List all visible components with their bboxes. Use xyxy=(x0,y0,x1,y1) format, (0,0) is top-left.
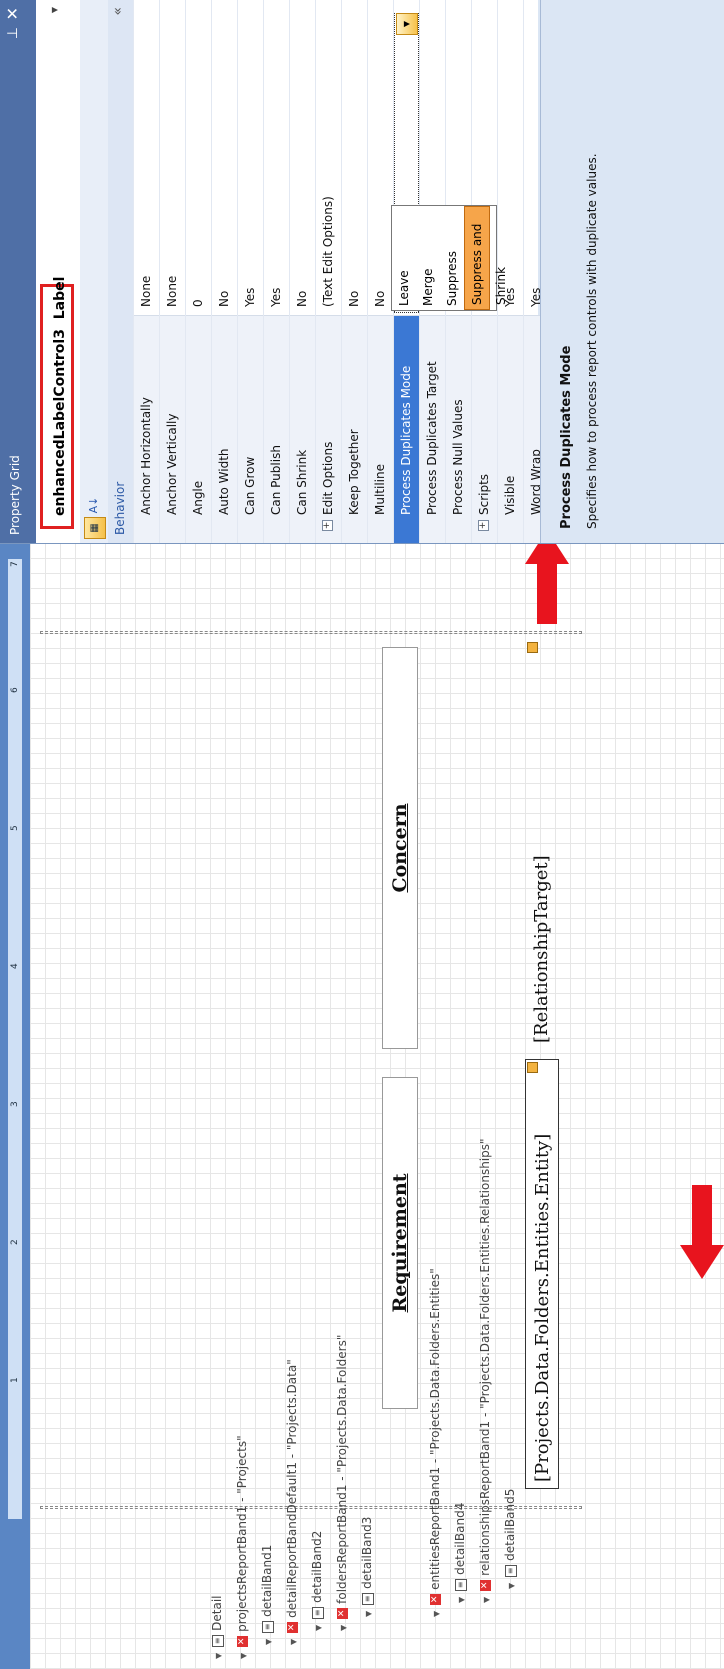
process-duplicates-dropdown: Leave Merge Suppress Suppress and Shrink xyxy=(391,205,508,311)
band-icon: ≡ xyxy=(504,1564,517,1577)
margin-guide xyxy=(40,631,582,634)
ruler-tick: 1 xyxy=(10,1377,20,1383)
band-icon: ≡ xyxy=(361,1592,374,1605)
dropdown-option[interactable]: Leave xyxy=(392,206,416,310)
horizontal-ruler: 1 2 3 4 5 6 7 xyxy=(0,544,30,1669)
description-pane: Process Duplicates Mode Specifies how to… xyxy=(540,0,724,543)
design-surface[interactable]: ▼≡Detail ▼✕projectsReportBand1 - "Projec… xyxy=(30,530,724,1669)
property-row[interactable]: Anchor Vertically None xyxy=(160,0,186,543)
categorized-view-icon[interactable]: ▦ xyxy=(84,517,106,539)
selected-object-name: enhancedLabelControl3 Label xyxy=(40,277,74,529)
description-title: Process Duplicates Mode xyxy=(559,345,574,529)
ruler-tick: 4 xyxy=(10,963,20,969)
report-band-icon: ✕ xyxy=(480,1579,491,1591)
smart-tag-icon[interactable] xyxy=(527,642,538,653)
expand-icon[interactable]: + xyxy=(322,520,333,531)
band-detail1[interactable]: ▼≡detailBand1 xyxy=(260,1545,274,1645)
band-detail[interactable]: ▼≡Detail xyxy=(210,1595,224,1659)
ruler-tick: 6 xyxy=(10,687,20,693)
margin-guide xyxy=(40,1506,582,1509)
report-band-icon: ✕ xyxy=(430,1593,441,1605)
property-row[interactable]: Can Shrink No xyxy=(290,0,316,543)
property-grid-panel: Property Grid ⊥ ✕ enhancedLabelControl3 … xyxy=(0,0,724,544)
ruler-tick: 3 xyxy=(10,1101,20,1107)
band-icon: ≡ xyxy=(261,1620,274,1633)
property-row-expandable[interactable]: Edit Options + (Text Edit Options) xyxy=(316,0,342,543)
property-row[interactable]: Can Grow Yes xyxy=(238,0,264,543)
screen: 1 2 3 4 5 6 7 ▼≡Detail ▼✕projectsReportB… xyxy=(0,0,724,1669)
property-row[interactable]: Can Publish Yes xyxy=(264,0,290,543)
category-label: Behavior xyxy=(108,0,133,543)
smart-tag-icon[interactable] xyxy=(527,1062,538,1073)
band-entities[interactable]: ▼✕entitiesReportBand1 - "Projects.Data.F… xyxy=(428,1268,442,1617)
property-row[interactable]: Auto Width No xyxy=(212,0,238,543)
ruler-track xyxy=(8,559,22,1519)
ruler-tick: 7 xyxy=(10,561,20,567)
dropdown-option[interactable]: Merge xyxy=(416,206,440,310)
close-icon[interactable]: ✕ xyxy=(3,7,22,20)
alphabetical-sort-icon[interactable]: A↓ xyxy=(84,495,104,515)
chevron-down-icon[interactable]: ▼ xyxy=(50,7,59,13)
property-grid-titlebar: Property Grid ⊥ ✕ xyxy=(0,0,36,543)
property-grid-title: Property Grid xyxy=(8,455,22,535)
band-projects[interactable]: ▼✕projectsReportBand1 - "Projects" xyxy=(235,1435,249,1659)
ruler-tick: 2 xyxy=(10,1239,20,1245)
band-detail3[interactable]: ▼≡detailBand3 xyxy=(360,1517,374,1617)
expand-icon[interactable]: + xyxy=(478,520,489,531)
property-grid-toolbar: ▦ A↓ xyxy=(80,0,108,543)
chevron-down-icon[interactable]: ▼ xyxy=(396,13,418,35)
band-detail-default[interactable]: ▼✕detailReportBandDefault1 - "Projects.D… xyxy=(285,1359,299,1645)
pin-icon[interactable]: ⊥ xyxy=(5,27,21,39)
report-band-icon: ✕ xyxy=(337,1607,348,1619)
report-band-icon: ✕ xyxy=(287,1621,298,1633)
category-behavior[interactable]: Behavior « xyxy=(108,0,134,543)
entity-field-label[interactable]: [Projects.Data.Folders.Entities.Entity] xyxy=(525,1059,559,1489)
header-concern[interactable]: Concern xyxy=(382,647,418,1049)
band-folders[interactable]: ▼✕foldersReportBand1 - "Projects.Data.Fo… xyxy=(335,1335,349,1631)
header-requirement[interactable]: Requirement xyxy=(382,1077,418,1409)
band-detail4[interactable]: ▼≡detailBand4 xyxy=(453,1503,467,1603)
relationship-target-field[interactable]: [RelationshipTarget] xyxy=(525,639,559,1049)
band-relationships[interactable]: ▼✕relationshipsReportBand1 - "Projects.D… xyxy=(478,1138,492,1603)
ruler-tick: 5 xyxy=(10,825,20,831)
band-detail5[interactable]: ▼≡detailBand5 xyxy=(503,1489,517,1589)
collapse-icon[interactable]: « xyxy=(110,7,126,16)
band-icon: ≡ xyxy=(454,1578,467,1591)
band-detail2[interactable]: ▼≡detailBand2 xyxy=(310,1531,324,1631)
dropdown-option[interactable]: Suppress xyxy=(440,206,464,310)
annotation-arrow-shaft xyxy=(537,562,557,624)
band-icon: ≡ xyxy=(211,1634,224,1647)
object-selector[interactable]: enhancedLabelControl3 Label ▼ xyxy=(36,0,81,543)
property-row[interactable]: Keep Together No xyxy=(342,0,368,543)
annotation-arrow-shaft xyxy=(692,1185,712,1247)
property-row[interactable]: Anchor Horizontally None xyxy=(134,0,160,543)
band-icon: ≡ xyxy=(311,1606,324,1619)
property-row[interactable]: Angle 0 xyxy=(186,0,212,543)
report-band-icon: ✕ xyxy=(237,1635,248,1647)
annotation-arrow-left xyxy=(680,1245,724,1279)
dropdown-option-highlighted[interactable]: Suppress and Shrink xyxy=(464,206,508,310)
description-text: Specifies how to process report controls… xyxy=(585,153,599,529)
